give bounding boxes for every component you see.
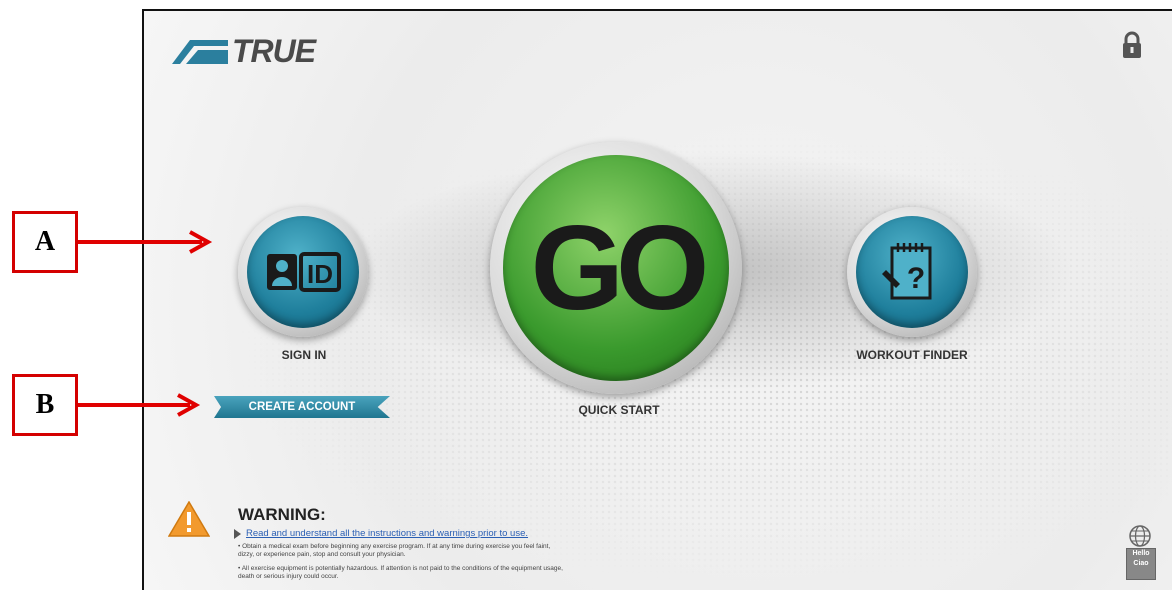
sign-in-label: SIGN IN (281, 348, 327, 362)
language-box: Hello Ciao (1126, 548, 1156, 580)
play-arrow-icon (234, 529, 241, 539)
true-logo-mark-icon (172, 39, 228, 64)
language-hello: Hello (1132, 550, 1150, 557)
console-screen: TRUE ID SIGN IN GO QUICK START ? WORKOUT… (142, 9, 1172, 590)
sign-in-button-face: ID (247, 216, 359, 328)
quick-start-go-button[interactable]: GO (490, 142, 742, 394)
quick-start-label: QUICK START (578, 403, 660, 417)
warning-bullet: • All exercise equipment is potentially … (238, 565, 563, 580)
create-account-button[interactable]: CREATE ACCOUNT (214, 396, 390, 418)
callout-a-arrow-icon (78, 230, 213, 254)
warning-triangle-icon (168, 501, 210, 537)
id-card-icon: ID (267, 252, 341, 292)
instructions-link[interactable]: Read and understand all the instructions… (246, 528, 528, 539)
create-account-label: CREATE ACCOUNT (248, 401, 356, 413)
workout-finder-button-face: ? (856, 216, 968, 328)
workout-finder-label: WORKOUT FINDER (856, 348, 968, 362)
globe-icon (1129, 525, 1151, 547)
language-button[interactable]: Hello Ciao (1122, 524, 1158, 580)
lock-icon[interactable] (1122, 31, 1142, 64)
id-icon-text: ID (307, 259, 333, 289)
go-button-face: GO (503, 155, 729, 381)
question-mark-text: ? (907, 262, 925, 295)
logo-text: TRUE (232, 33, 316, 69)
callout-a-label: A (34, 226, 56, 257)
callout-b-box: B (12, 374, 78, 436)
callout-a-box: A (12, 211, 78, 273)
true-logo: TRUE (172, 33, 316, 70)
callout-b-arrow-icon (78, 393, 201, 417)
notepad-question-icon: ? (882, 243, 932, 300)
warning-title: WARNING: (238, 505, 326, 524)
workout-finder-button[interactable]: ? (847, 207, 977, 337)
sign-in-button[interactable]: ID (238, 207, 368, 337)
go-text: GO (530, 201, 710, 335)
callout-b-label: B (35, 389, 55, 420)
language-ciao: Ciao (1133, 560, 1149, 567)
warning-bullet: • Obtain a medical exam before beginning… (238, 543, 551, 558)
